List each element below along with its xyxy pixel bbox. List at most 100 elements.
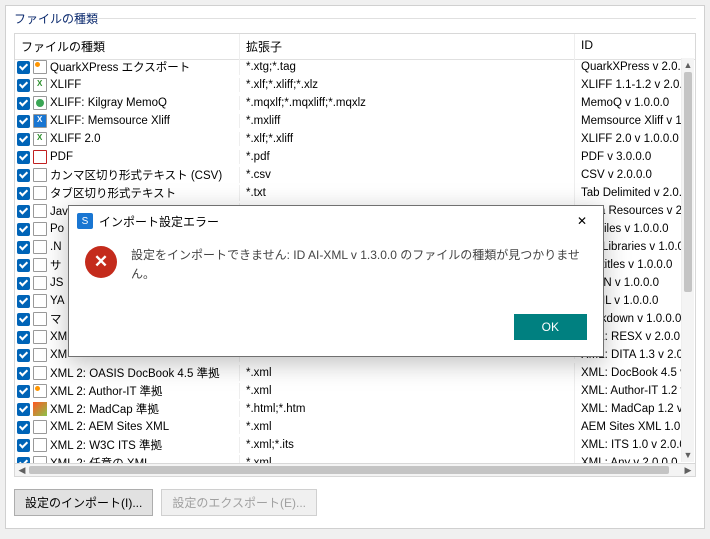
checkbox[interactable] [17, 223, 30, 236]
checkbox[interactable] [17, 133, 30, 146]
checkbox[interactable] [17, 115, 30, 128]
checkbox[interactable] [17, 61, 30, 74]
checkbox[interactable] [17, 403, 30, 416]
file-ext: *.xlf;*.xliff [240, 129, 575, 149]
file-type-name: XM [50, 349, 67, 361]
checkbox[interactable] [17, 151, 30, 164]
checkbox[interactable] [17, 259, 30, 272]
checkbox[interactable] [17, 457, 30, 464]
close-icon[interactable]: ✕ [569, 212, 595, 230]
file-type-icon [33, 348, 47, 362]
file-ext: *.xml [240, 363, 575, 383]
table-row[interactable]: PDF*.pdfPDF v 3.0.0.0 [15, 148, 681, 166]
table-row[interactable]: XLIFF*.xlf;*.xliff;*.xlzXLIFF 1.1-1.2 v … [15, 76, 681, 94]
checkbox[interactable] [17, 295, 30, 308]
checkbox[interactable] [17, 277, 30, 290]
table-row[interactable]: XLIFF: Memsource Xliff*.mxliffMemsource … [15, 112, 681, 130]
file-type-name: XML 2: W3C ITS 準拠 [50, 437, 162, 453]
file-type-icon [33, 114, 47, 128]
file-type-name: XLIFF 2.0 [50, 133, 101, 145]
file-type-name: サ [50, 257, 62, 273]
file-type-icon [33, 222, 47, 236]
file-type-icon [33, 420, 47, 434]
app-icon: S [77, 213, 93, 229]
horizontal-scrollbar[interactable]: ◀ ▶ [14, 464, 696, 477]
checkbox[interactable] [17, 187, 30, 200]
file-type-name: XML 2: Author-IT 準拠 [50, 383, 162, 399]
file-type-name: QuarkXPress エクスポート [50, 59, 190, 75]
file-type-name: Po [50, 223, 64, 235]
checkbox[interactable] [17, 331, 30, 344]
dialog-message: 設定をインポートできません: ID AI-XML v 1.3.0.0 のファイル… [131, 246, 587, 284]
vertical-scrollbar[interactable]: ▲ ▼ [681, 58, 694, 462]
checkbox[interactable] [17, 367, 30, 380]
scroll-right-icon[interactable]: ▶ [681, 465, 695, 476]
file-ext: *.txt [240, 183, 575, 203]
file-type-name: XLIFF: Memsource Xliff [50, 115, 170, 127]
file-type-name: カンマ区切り形式テキスト (CSV) [50, 167, 222, 183]
header-type[interactable]: ファイルの種類 [15, 34, 240, 59]
file-id: AEM Sites XML 1.0.0 [575, 417, 681, 437]
file-type-icon [33, 186, 47, 200]
file-type-name: XLIFF: Kilgray MemoQ [50, 97, 167, 109]
scroll-down-icon[interactable]: ▼ [682, 448, 694, 462]
checkbox[interactable] [17, 97, 30, 110]
dialog-footer: OK [69, 306, 603, 356]
file-ext: *.xml [240, 381, 575, 401]
file-ext: *.pdf [240, 147, 575, 167]
table-row[interactable]: XML 2: OASIS DocBook 4.5 準拠 *.xmlXML: Doc… [15, 364, 681, 382]
file-id: XML: Any v 2.0.0.0 [575, 453, 681, 463]
footer: 設定のインポート(I)... 設定のエクスポート(E)... [6, 477, 704, 528]
file-ext: *.mxliff [240, 111, 575, 131]
file-type-name: XML 2: OASIS DocBook 4.5 準拠 [50, 365, 220, 381]
ok-button[interactable]: OK [514, 314, 587, 340]
checkbox[interactable] [17, 169, 30, 182]
checkbox[interactable] [17, 421, 30, 434]
scroll-left-icon[interactable]: ◀ [15, 465, 29, 476]
file-id: XML: MadCap 1.2 v 2. [575, 399, 681, 419]
checkbox[interactable] [17, 439, 30, 452]
table-row[interactable]: XLIFF 2.0*.xlf;*.xliffXLIFF 2.0 v 1.0.0.… [15, 130, 681, 148]
header-id[interactable]: ID [575, 34, 695, 59]
file-ext: *.csv [240, 165, 575, 185]
file-type-icon [33, 330, 47, 344]
checkbox[interactable] [17, 79, 30, 92]
file-id: CSV v 2.0.0.0 [575, 165, 681, 185]
file-type-name: YA [50, 295, 65, 307]
export-settings-button: 設定のエクスポート(E)... [161, 489, 317, 516]
checkbox[interactable] [17, 313, 30, 326]
table-row[interactable]: カンマ区切り形式テキスト (CSV) *.csvCSV v 2.0.0.0 [15, 166, 681, 184]
scroll-up-icon[interactable]: ▲ [682, 58, 694, 72]
table-row[interactable]: XML 2: MadCap 準拠*.html;*.htmXML: MadCap … [15, 400, 681, 418]
checkbox[interactable] [17, 385, 30, 398]
file-ext: *.xml [240, 453, 575, 463]
table-row[interactable]: タブ区切り形式テキスト *.txtTab Delimited v 2.0.0 [15, 184, 681, 202]
file-type-name: XLIFF [50, 79, 81, 91]
file-type-name: XML 2: AEM Sites XML [50, 421, 169, 433]
scroll-thumb[interactable] [684, 72, 692, 292]
table-row[interactable]: XML 2: W3C ITS 準拠*.xml;*.itsXML: ITS 1.0… [15, 436, 681, 454]
table-row[interactable]: XLIFF: Kilgray MemoQ*.mqxlf;*.mqxliff;*.… [15, 94, 681, 112]
table-row[interactable]: XML 2: Author-IT 準拠*.xmlXML: Author-IT 1… [15, 382, 681, 400]
file-type-icon [33, 258, 47, 272]
file-id: XML: ITS 1.0 v 2.0.0 [575, 435, 681, 455]
header-ext[interactable]: 拡張子 [240, 34, 575, 59]
file-id: XML: DocBook 4.5 v [575, 363, 681, 383]
file-type-name: XML 2: 任意の XML [50, 455, 151, 463]
import-settings-button[interactable]: 設定のインポート(I)... [14, 489, 153, 516]
file-type-icon [33, 150, 47, 164]
file-type-icon [33, 60, 47, 74]
file-type-name: .N [50, 241, 62, 253]
table-row[interactable]: XML 2: AEM Sites XML*.xmlAEM Sites XML 1… [15, 418, 681, 436]
checkbox[interactable] [17, 241, 30, 254]
file-ext: *.xlf;*.xliff;*.xlz [240, 75, 575, 95]
table-row[interactable]: XML 2: 任意の XML *.xmlXML: Any v 2.0.0.0 [15, 454, 681, 463]
table-row[interactable]: QuarkXPress エクスポート*.xtg;*.tagQuarkXPress… [15, 58, 681, 76]
file-type-icon [33, 96, 47, 110]
checkbox[interactable] [17, 349, 30, 362]
checkbox[interactable] [17, 205, 30, 218]
file-type-name: タブ区切り形式テキスト [50, 185, 176, 201]
file-type-icon [33, 456, 47, 463]
hscroll-thumb[interactable] [29, 466, 669, 474]
file-id: Tab Delimited v 2.0.0 [575, 183, 681, 203]
